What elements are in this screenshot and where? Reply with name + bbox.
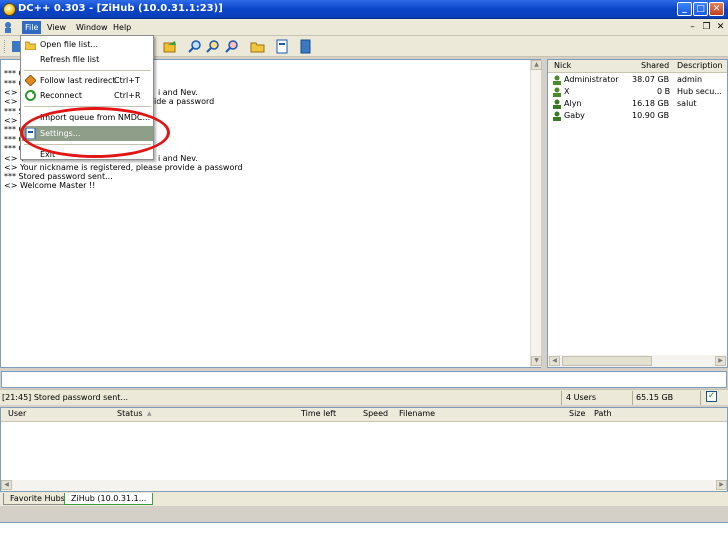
menu-separator [24,70,151,71]
status-divider [632,391,633,405]
user-icon [553,87,561,97]
message-input[interactable] [1,371,727,388]
column-nick[interactable]: Nick [554,61,571,70]
column-description[interactable]: Description [677,61,723,70]
adl-search-icon[interactable] [224,39,239,54]
favorite-users-icon[interactable] [163,39,178,54]
scroll-left-arrow-icon[interactable]: ◀ [549,356,560,366]
red-annotation-circle [20,107,170,158]
status-users: 4 Users [566,393,597,402]
chat-line: <> Your nickname is registered, please p… [4,163,243,172]
tab-favorite-hubs[interactable]: Favorite Hubs [3,493,72,505]
menu-help[interactable]: Help [110,21,134,34]
user-list-scrollbar[interactable]: ◀ ▶ [548,355,727,367]
settings-icon[interactable] [275,39,290,54]
sort-arrow-icon: ▲ [147,410,152,417]
maximize-button[interactable]: □ [693,2,708,16]
chat-scrollbar[interactable]: ▲ ▼ [530,60,542,367]
search-icon[interactable] [187,39,202,54]
scroll-down-arrow-icon[interactable]: ▼ [531,356,542,366]
user-icon [553,99,561,109]
menu-follow-last-redirect[interactable]: Follow last redirect Ctrl+T [22,73,153,88]
user-icon [553,75,561,85]
status-message: [21:45] Stored password sent... [2,393,129,402]
column-status[interactable]: Status [117,409,143,418]
column-filename[interactable]: Filename [399,409,435,418]
mdi-restore-button[interactable]: ❐ [700,21,713,33]
chat-line: <> [4,116,18,125]
open-folder-icon [25,41,36,50]
title-bar: DC++ 0.303 - [ZiHub (10.0.31.1:23)] _ □ … [0,0,728,19]
transfers-scrollbar[interactable]: ◀ ▶ [1,480,727,491]
user-icon [553,111,561,121]
status-divider [561,391,562,405]
bottom-panel [0,522,728,546]
hub-tab-bar: Favorite Hubs ZiHub (10.0.31.1... [0,492,728,506]
reconnect-icon [25,90,36,101]
user-row[interactable]: X 0 B Hub secu... [548,86,727,98]
column-size[interactable]: Size [569,409,585,418]
user-row[interactable]: Administrator 38.07 GB admin [548,74,727,86]
menu-open-file-list[interactable]: Open file list... [22,37,153,52]
scroll-right-arrow-icon[interactable]: ▶ [716,480,727,490]
window-title: DC++ 0.303 - [ZiHub (10.0.31.1:23)] [18,3,223,14]
user-list: Nick Shared Description Administrator 38… [547,59,728,368]
close-button[interactable]: ✕ [709,2,724,16]
column-user[interactable]: User [8,409,26,418]
minimize-button[interactable]: _ [677,2,692,16]
user-row[interactable]: Gaby 10.90 GB [548,110,727,122]
show-users-checkbox[interactable]: ✓ [706,391,717,402]
scroll-left-arrow-icon[interactable]: ◀ [1,480,12,490]
menu-view[interactable]: View [44,21,69,34]
status-bar: [21:45] Stored password sent... 4 Users … [0,389,728,405]
dcpp-app-icon [3,3,16,16]
chat-line: <> Welcome Master !! [4,181,96,190]
column-path[interactable]: Path [594,409,612,418]
menu-file[interactable]: File [22,21,42,34]
column-time-left[interactable]: Time left [301,409,336,418]
scroll-right-arrow-icon[interactable]: ▶ [715,356,726,366]
menu-window[interactable]: Window [73,21,111,34]
scroll-thumb[interactable] [562,356,652,366]
scroll-up-arrow-icon[interactable]: ▲ [531,60,542,70]
mdi-child-icon[interactable] [2,21,15,34]
menu-bar: File View Window Help – ❐ ✕ [0,19,728,36]
open-folder-icon[interactable] [250,39,265,54]
mdi-minimize-button[interactable]: – [686,21,699,33]
toolbar-grip [4,40,7,53]
column-shared[interactable]: Shared [641,61,669,70]
notepad-icon[interactable] [298,39,313,54]
redirect-icon [25,75,36,86]
transfers-header: User Status ▲ Time left Speed Filename S… [1,408,727,422]
status-shared: 65.15 GB [636,393,674,402]
user-list-header: Nick Shared Description [548,60,727,73]
menu-refresh-file-list[interactable]: Refresh file list [22,52,153,67]
search-spy-icon[interactable] [205,39,220,54]
column-speed[interactable]: Speed [363,409,388,418]
user-row[interactable]: Alyn 16.18 GB salut [548,98,727,110]
chat-line: *** Stored password sent... [4,172,113,181]
mdi-close-button[interactable]: ✕ [714,21,727,33]
tab-zihub[interactable]: ZiHub (10.0.31.1... [64,493,154,505]
status-divider [700,391,701,405]
menu-reconnect[interactable]: Reconnect Ctrl+R [22,88,153,103]
